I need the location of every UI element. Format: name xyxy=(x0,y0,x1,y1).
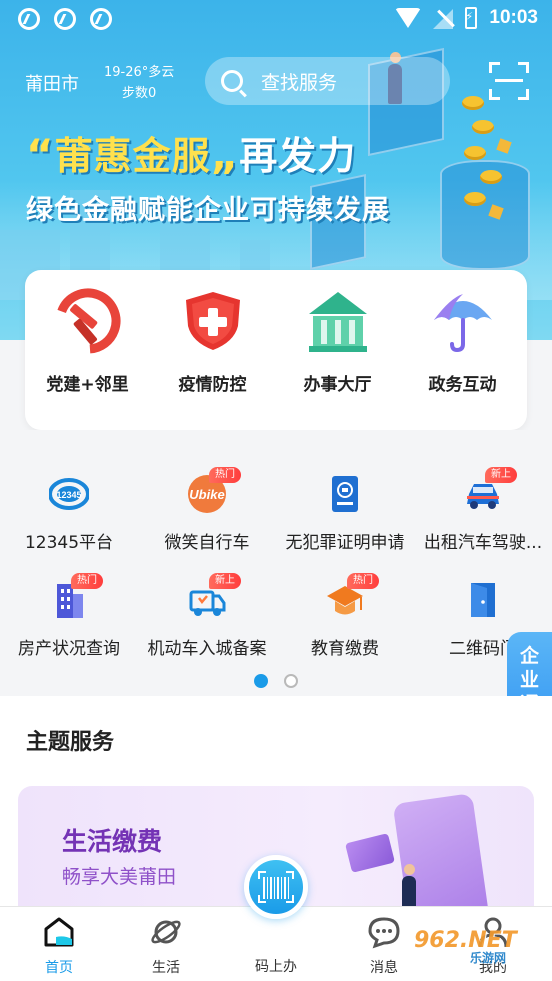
service-party-building[interactable]: 党建+邻里 xyxy=(25,288,150,395)
grid-item-education-fee[interactable]: 热门 教育缴费 xyxy=(276,573,414,659)
hot-badge: 热门 xyxy=(209,467,241,483)
grid-item-label: 房产状况查询 xyxy=(18,639,120,659)
service-epidemic-control[interactable]: 疫情防控 xyxy=(150,288,275,395)
page-dot[interactable] xyxy=(284,674,298,688)
section-title: 主题服务 xyxy=(26,730,115,755)
graduation-cap-icon: 热门 xyxy=(325,573,379,620)
coin-icon xyxy=(464,146,486,160)
grid-item-taxi-driver[interactable]: 新上 出租汽车驾驶... xyxy=(414,467,552,553)
grid-item-smile-bike[interactable]: Ubike 热门 微笑自行车 xyxy=(138,467,276,553)
grid-item-label: 无犯罪证明申请 xyxy=(285,533,405,553)
truck-icon: 新上 xyxy=(187,573,241,620)
svg-text:12345: 12345 xyxy=(56,490,81,500)
scan-icon xyxy=(489,62,500,73)
new-badge: 新上 xyxy=(209,573,241,589)
weather-info: 19-26°多云 步数0 xyxy=(104,62,174,104)
status-time: 10:03 xyxy=(489,7,538,28)
planet-icon xyxy=(149,915,183,949)
scan-button[interactable] xyxy=(489,62,529,100)
service-gov-interaction[interactable]: 政务互动 xyxy=(400,288,525,395)
city-selector[interactable]: 莆田市 xyxy=(25,70,79,96)
svg-text:Ubike: Ubike xyxy=(189,487,224,502)
quick-services-grid: 12345 12345平台 Ubike 热门 微笑自行车 无犯罪证明申请 新上 … xyxy=(0,430,552,696)
grid-item-label: 出租汽车驾驶... xyxy=(423,533,543,553)
cube-icon xyxy=(496,138,512,154)
app-notification-icon xyxy=(54,8,76,30)
banner-title-highlight: 莆惠金服 xyxy=(54,134,211,178)
service-label: 政务互动 xyxy=(428,375,497,395)
new-badge: 新上 xyxy=(485,467,517,483)
theme-card-title: 生活缴费 xyxy=(62,827,163,856)
coin-icon xyxy=(462,96,484,110)
umbrella-icon xyxy=(430,288,496,354)
hot-badge: 热门 xyxy=(71,573,103,589)
wifi-icon xyxy=(395,8,422,28)
nav-life[interactable]: 生活 xyxy=(121,915,211,977)
certificate-icon xyxy=(325,474,365,514)
door-icon xyxy=(463,580,503,620)
bike-icon: Ubike 热门 xyxy=(187,467,241,514)
status-bar: 10:03 xyxy=(0,0,552,40)
service-label: 疫情防控 xyxy=(178,375,247,395)
app-notification-icon xyxy=(18,8,40,30)
card-illustration xyxy=(345,833,395,873)
coin-icon xyxy=(464,192,486,206)
taxi-icon: 新上 xyxy=(463,467,517,514)
hotline-12345-icon: 12345 xyxy=(48,474,90,514)
nav-home[interactable]: 首页 xyxy=(14,915,104,977)
search-placeholder: 查找服务 xyxy=(261,71,338,94)
party-emblem-icon xyxy=(55,288,121,354)
banner-title-rest: 再发力 xyxy=(239,134,357,178)
theme-card-subtitle: 畅享大美莆田 xyxy=(62,866,177,888)
service-label: 办事大厅 xyxy=(303,375,372,395)
hot-badge: 热门 xyxy=(347,573,379,589)
app-notification-icon xyxy=(90,8,112,30)
site-watermark-logo: 962.NET 乐游网 xyxy=(414,928,517,966)
service-label: 党建+邻里 xyxy=(46,375,129,395)
grid-item-property-query[interactable]: 热门 房产状况查询 xyxy=(0,573,138,659)
page-dot-active[interactable] xyxy=(254,674,268,688)
service-service-hall[interactable]: 办事大厅 xyxy=(275,288,400,395)
search-input[interactable]: 查找服务 xyxy=(205,57,450,105)
nav-label: 生活 xyxy=(152,960,180,976)
message-icon xyxy=(367,915,401,949)
building-icon: 热门 xyxy=(49,573,103,620)
coin-icon xyxy=(480,170,502,184)
no-signal-icon xyxy=(433,7,454,29)
government-hall-icon xyxy=(305,288,371,354)
main-services-card: 党建+邻里 疫情防控 办事大厅 政务互动 xyxy=(25,270,527,430)
coin-icon xyxy=(472,120,494,134)
grid-item-no-crime-cert[interactable]: 无犯罪证明申请 xyxy=(276,474,414,553)
search-icon xyxy=(221,70,243,92)
shield-cross-icon xyxy=(180,288,246,354)
grid-item-12345[interactable]: 12345 12345平台 xyxy=(0,474,138,553)
grid-item-label: 机动车入城备案 xyxy=(147,639,267,659)
banner-title: “莆惠金服„再发力 xyxy=(26,130,357,179)
battery-charging-icon xyxy=(465,7,478,29)
grid-item-label: 微笑自行车 xyxy=(164,533,250,553)
page-indicator xyxy=(254,674,298,688)
nav-label-code: 码上办 xyxy=(255,959,297,975)
nav-label: 首页 xyxy=(45,960,73,976)
step-count: 步数0 xyxy=(122,86,157,101)
home-icon xyxy=(42,915,76,949)
code-service-button[interactable] xyxy=(244,855,308,919)
grid-item-vehicle-filing[interactable]: 新上 机动车入城备案 xyxy=(138,573,276,659)
grid-item-label: 12345平台 xyxy=(24,533,114,553)
banner-subtitle: 绿色金融赋能企业可持续发展 xyxy=(26,195,390,226)
weather-text: 19-26°多云 xyxy=(104,65,175,80)
grid-item-label: 教育缴费 xyxy=(311,639,379,659)
